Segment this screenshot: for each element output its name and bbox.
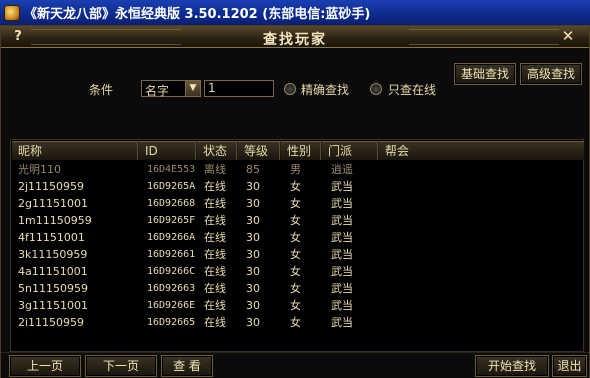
cell-gender: 男: [290, 163, 301, 176]
condition-select[interactable]: 名字 ▼: [141, 80, 201, 98]
find-player-dialog: ? 查找玩家 ✕ 基础查找 高级查找 条件 名字 ▼ 1 精确查找 只查在线 昵…: [0, 25, 590, 378]
view-button[interactable]: 查 看: [161, 355, 213, 377]
table-row[interactable]: 3g11151001 16D9266E 在线 30 女 武当: [12, 297, 584, 314]
next-page-button[interactable]: 下一页: [85, 355, 157, 377]
cell-id: 16D92668: [147, 198, 196, 209]
cell-name: 4a11151001: [18, 265, 88, 278]
table-row[interactable]: 4a11151001 16D9266C 在线 30 女 武当: [12, 263, 584, 280]
cell-sect: 武当: [331, 214, 353, 227]
exact-search-label: 精确查找: [301, 83, 350, 97]
column-header-id[interactable]: ID: [139, 141, 196, 160]
cell-gender: 女: [290, 197, 301, 210]
chevron-down-icon[interactable]: ▼: [185, 81, 200, 96]
table-row[interactable]: 5n11150959 16D92663 在线 30 女 武当: [12, 280, 584, 297]
cell-id: 16D4E553: [147, 164, 196, 175]
table-header: 昵称 ID 状态 等级 性别 门派 帮会: [12, 141, 584, 160]
cell-sect: 武当: [331, 265, 353, 278]
exact-search-radio[interactable]: [284, 83, 296, 95]
cell-sect: 武当: [331, 282, 353, 295]
cell-gender: 女: [290, 231, 301, 244]
cell-status: 在线: [204, 197, 226, 210]
cell-level: 30: [246, 231, 260, 244]
table-row[interactable]: 3k11150959 16D92661 在线 30 女 武当: [12, 246, 584, 263]
cell-id: 16D9265F: [147, 215, 196, 226]
cell-status: 在线: [204, 299, 226, 312]
cell-sect: 武当: [331, 231, 353, 244]
cell-gender: 女: [290, 282, 301, 295]
column-header-guild[interactable]: 帮会: [379, 141, 584, 160]
cell-name: 4f11151001: [18, 231, 85, 244]
cell-name: 1m11150959: [18, 214, 92, 227]
search-input[interactable]: 1: [204, 80, 274, 97]
cell-status: 在线: [204, 282, 226, 295]
column-header-sect[interactable]: 门派: [322, 141, 378, 160]
condition-select-value: 名字: [145, 84, 170, 98]
cell-level: 30: [246, 316, 260, 329]
cell-level: 30: [246, 180, 260, 193]
column-header-status[interactable]: 状态: [197, 141, 237, 160]
cell-level: 30: [246, 214, 260, 227]
cell-gender: 女: [290, 180, 301, 193]
cell-name: 2j11150959: [18, 180, 85, 193]
cell-status: 在线: [204, 180, 226, 193]
cell-id: 16D92665: [147, 317, 196, 328]
cell-id: 16D92661: [147, 249, 196, 260]
cell-gender: 女: [290, 299, 301, 312]
cell-status: 在线: [204, 231, 226, 244]
table-body: 光明110 16D4E553 离线 85 男 逍遥 2j11150959 16D…: [12, 161, 584, 331]
condition-label: 条件: [89, 83, 114, 97]
cell-id: 16D9266C: [147, 266, 196, 277]
table-row[interactable]: 2g11151001 16D92668 在线 30 女 武当: [12, 195, 584, 212]
cell-level: 30: [246, 248, 260, 261]
prev-page-button[interactable]: 上一页: [9, 355, 81, 377]
cell-name: 光明110: [18, 163, 61, 176]
cell-name: 5n11150959: [18, 282, 88, 295]
column-header-gender[interactable]: 性别: [281, 141, 321, 160]
player-table: 昵称 ID 状态 等级 性别 门派 帮会 光明110 16D4E553 离线 8…: [10, 139, 584, 352]
cell-id: 16D9265A: [147, 181, 196, 192]
exit-button[interactable]: 退出: [552, 355, 587, 377]
cell-status: 在线: [204, 214, 226, 227]
cell-sect: 武当: [331, 197, 353, 210]
cell-id: 16D92663: [147, 283, 196, 294]
cell-name: 2i11150959: [18, 316, 85, 329]
cell-level: 85: [246, 163, 260, 176]
cell-level: 30: [246, 282, 260, 295]
cell-level: 30: [246, 299, 260, 312]
cell-sect: 逍遥: [331, 163, 353, 176]
cell-gender: 女: [290, 316, 301, 329]
table-row[interactable]: 光明110 16D4E553 离线 85 男 逍遥: [12, 161, 584, 178]
cell-sect: 武当: [331, 299, 353, 312]
cell-gender: 女: [290, 265, 301, 278]
cell-gender: 女: [290, 248, 301, 261]
cell-level: 30: [246, 197, 260, 210]
cell-name: 3g11151001: [18, 299, 88, 312]
cell-gender: 女: [290, 214, 301, 227]
cell-status: 离线: [204, 163, 226, 176]
table-row[interactable]: 1m11150959 16D9265F 在线 30 女 武当: [12, 212, 584, 229]
cell-id: 16D9266A: [147, 232, 196, 243]
condition-row: 条件 名字 ▼ 1 精确查找 只查在线: [1, 1, 589, 101]
table-row[interactable]: 4f11151001 16D9266A 在线 30 女 武当: [12, 229, 584, 246]
cell-name: 2g11151001: [18, 197, 88, 210]
online-only-radio[interactable]: [370, 83, 382, 95]
cell-sect: 武当: [331, 316, 353, 329]
table-row[interactable]: 2j11150959 16D9265A 在线 30 女 武当: [12, 178, 584, 195]
column-header-level[interactable]: 等级: [238, 141, 280, 160]
online-only-label: 只查在线: [388, 83, 437, 97]
column-header-name[interactable]: 昵称: [12, 141, 138, 160]
cell-sect: 武当: [331, 180, 353, 193]
cell-level: 30: [246, 265, 260, 278]
table-row[interactable]: 2i11150959 16D92665 在线 30 女 武当: [12, 314, 584, 331]
cell-status: 在线: [204, 248, 226, 261]
cell-status: 在线: [204, 265, 226, 278]
start-search-button[interactable]: 开始查找: [475, 355, 549, 377]
cell-name: 3k11150959: [18, 248, 88, 261]
cell-sect: 武当: [331, 248, 353, 261]
cell-id: 16D9266E: [147, 300, 196, 311]
bottom-toolbar: 上一页 下一页 查 看 开始查找 退出: [1, 352, 589, 378]
cell-status: 在线: [204, 316, 226, 329]
